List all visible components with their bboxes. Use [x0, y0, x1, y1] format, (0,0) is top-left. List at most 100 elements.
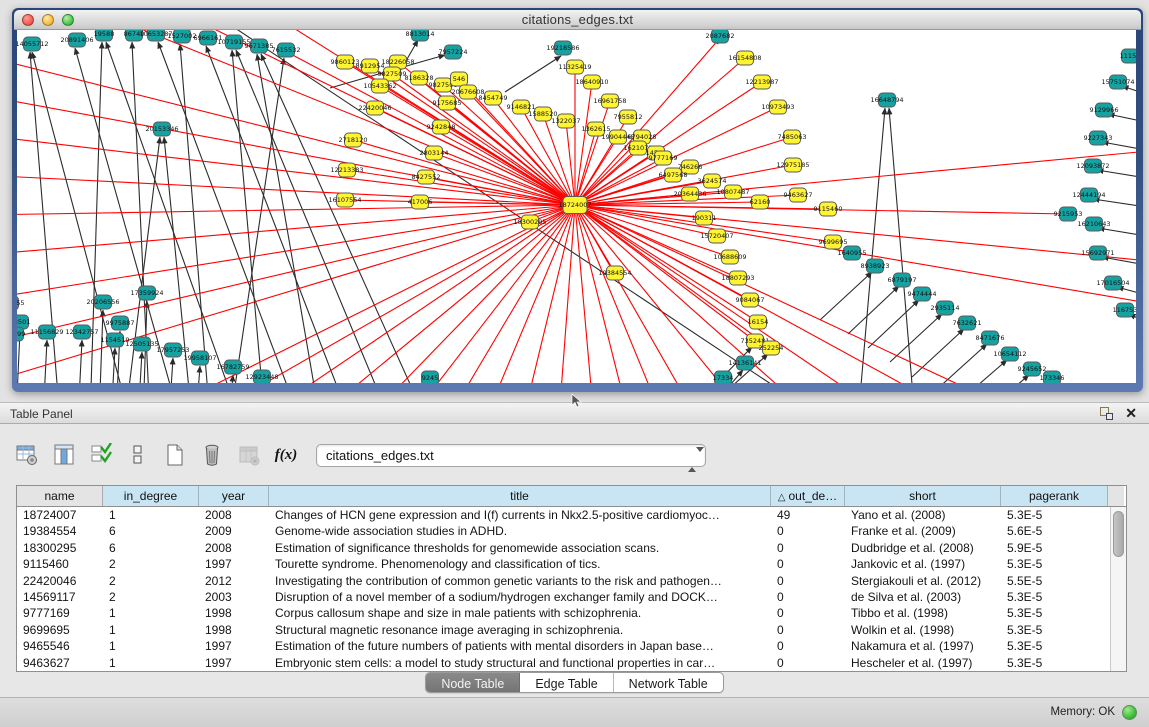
select-all-icon[interactable] — [88, 442, 114, 468]
clear-selection-icon[interactable] — [125, 442, 151, 468]
float-panel-icon[interactable] — [1100, 407, 1113, 420]
graph-edge — [257, 54, 320, 383]
table-settings-icon[interactable] — [14, 442, 40, 468]
sort-indicator-icon: △ — [778, 492, 786, 503]
column-header-title[interactable]: title — [269, 486, 771, 506]
table-row[interactable]: 1938455462009Genome-wide association stu… — [17, 523, 1110, 539]
graph-edge — [1102, 142, 1136, 150]
table-cell: 1 — [103, 605, 199, 621]
header-scroll-spacer — [1108, 486, 1124, 506]
graph-edge — [575, 205, 705, 383]
column-header-pagerank[interactable]: pagerank — [1001, 486, 1108, 506]
table-selector-dropdown[interactable]: citations_edges.txt — [316, 444, 706, 467]
graph-edge — [196, 366, 200, 383]
graph-node-label: 11157 — [1120, 52, 1136, 60]
tab-network-table[interactable]: Network Table — [614, 673, 723, 692]
table-row[interactable]: 1830029562008Estimation of significance … — [17, 540, 1110, 556]
graph-node-label: 18300295 — [513, 218, 546, 226]
table-row[interactable]: 1456911722003Disruption of a novel membe… — [17, 589, 1110, 605]
table-row[interactable]: 911546021997Tourette syndrome. Phenomeno… — [17, 556, 1110, 572]
graph-edge — [1097, 170, 1136, 178]
table-cell: 2003 — [199, 589, 269, 605]
column-header-out_de[interactable]: △out_de… — [771, 486, 845, 506]
tab-node-table[interactable]: Node Table — [426, 673, 520, 692]
column-header-in_degree[interactable]: in_degree — [103, 486, 199, 506]
graph-edge — [17, 205, 575, 345]
graph-node-label: 1640955 — [838, 249, 867, 257]
graph-node-label: 17957253 — [156, 346, 189, 354]
graph-node-label: 9463627 — [784, 191, 813, 199]
graph-node-label: 11325419 — [558, 63, 591, 71]
table-cell: 9465546 — [17, 638, 103, 654]
graph-edge — [261, 54, 415, 383]
table-cell: 0 — [771, 655, 845, 671]
graph-node-label: 16782759 — [216, 363, 249, 371]
graph-edge — [868, 300, 919, 348]
graph-edge — [180, 44, 210, 383]
table-cell: 0 — [771, 556, 845, 572]
graph-node-label: 7957224 — [439, 48, 468, 56]
table-cell: 14569117 — [17, 589, 103, 605]
graph-node-label: 15720407 — [700, 232, 733, 240]
table-cell: 18724007 — [17, 507, 103, 523]
graph-node-label: 16154 — [748, 318, 769, 326]
table-cell: Tibbo et al. (1998) — [845, 605, 1001, 621]
table-row[interactable]: 1872400712008Changes of HCN gene express… — [17, 507, 1110, 523]
graph-node-label: 10973493 — [761, 103, 794, 111]
graph-node-label: 546 — [453, 75, 465, 83]
table-cell: 1 — [103, 622, 199, 638]
table-row[interactable]: 977716911998Corpus callosum shape and si… — [17, 605, 1110, 621]
vertical-scrollbar[interactable] — [1110, 507, 1126, 671]
graph-node-label: 2803144 — [420, 149, 449, 157]
table-row[interactable]: 946554611997Estimation of the future num… — [17, 638, 1110, 654]
table-cell: Tourette syndrome. Phenomenology and cla… — [269, 556, 771, 572]
table-cell: 5.3E-5 — [1001, 507, 1108, 523]
column-header-year[interactable]: year — [199, 486, 269, 506]
delete-table-icon[interactable] — [199, 442, 225, 468]
graph-node-label: 8427552 — [412, 173, 441, 181]
table-row[interactable]: 2242004622012Investigating the contribut… — [17, 573, 1110, 589]
graph-edge — [1093, 199, 1136, 207]
column-visibility-icon[interactable] — [51, 442, 77, 468]
graph-node-label: 9227343 — [1084, 134, 1113, 142]
graph-node-label: 9671385 — [245, 42, 274, 50]
tab-edge-table[interactable]: Edge Table — [520, 673, 613, 692]
graph-node-label: 15692971 — [1081, 249, 1114, 257]
table-row[interactable]: 946362711997Embryonic stem cells: a mode… — [17, 655, 1110, 671]
table-cell: 0 — [771, 573, 845, 589]
graph-node-label: 6497568 — [659, 171, 688, 179]
function-builder-icon[interactable]: f(x) — [273, 442, 299, 468]
table-selector-value: citations_edges.txt — [326, 448, 434, 463]
table-rows: 1872400712008Changes of HCN gene express… — [17, 507, 1110, 671]
table-cell: Disruption of a novel member of a sodium… — [269, 589, 771, 605]
column-header-short[interactable]: short — [845, 486, 1001, 506]
graph-node-label: 62160 — [750, 198, 771, 206]
graph-node-label: 12213383 — [330, 166, 363, 174]
graph-node-label: 17016504 — [1096, 279, 1129, 287]
graph-node-label: 2530055 — [17, 299, 24, 307]
window-titlebar[interactable]: citations_edges.txt — [14, 10, 1141, 30]
new-table-icon[interactable] — [162, 442, 188, 468]
column-header-name[interactable]: name — [17, 486, 103, 506]
graph-node-label: 9215953 — [1054, 210, 1083, 218]
graph-node-label: 8912954 — [356, 62, 385, 70]
graph-svg: 9860123891295418226058982750910543362818… — [17, 30, 1136, 383]
graph-node-label: 8813014 — [406, 30, 435, 38]
graph-node-label: 7955812 — [614, 113, 643, 121]
table-toolbar: f(x) citations_edges.txt — [14, 440, 706, 470]
table-cell: 1 — [103, 507, 199, 523]
table-row[interactable]: 969969511998Structural magnetic resonanc… — [17, 622, 1110, 638]
table-type-tabs: Node TableEdge TableNetwork Table — [425, 672, 723, 693]
table-cell: Genome-wide association studies in ADHD. — [269, 523, 771, 539]
graph-node-label: 190311 — [692, 214, 717, 222]
close-panel-icon[interactable]: ✕ — [1125, 406, 1137, 421]
table-cell: 19384554 — [17, 523, 103, 539]
graph-node-label: 18640910 — [575, 78, 608, 86]
table-cell: Changes of HCN gene expression and I(f) … — [269, 507, 771, 523]
network-canvas[interactable]: 9860123891295418226058982750910543362818… — [17, 30, 1136, 383]
scrollbar-thumb[interactable] — [1113, 511, 1124, 557]
table-cell: 9699695 — [17, 622, 103, 638]
graph-node-label: 10807487 — [716, 188, 749, 196]
graph-node-label: 14055712 — [17, 40, 49, 48]
network-view-window: citations_edges.txt 98601238912954182260… — [12, 8, 1143, 392]
